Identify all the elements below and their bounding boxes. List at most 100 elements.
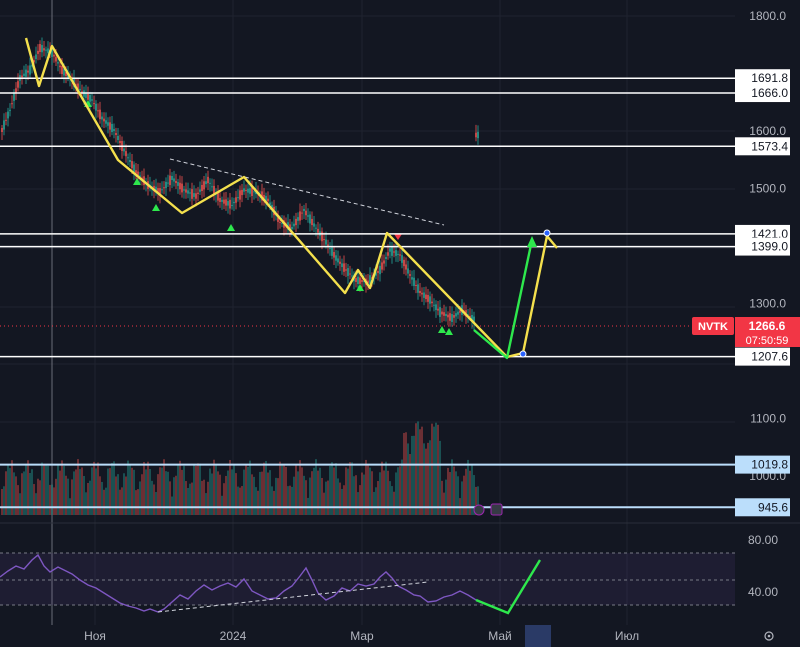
volume-bar bbox=[101, 481, 103, 515]
volume-bar bbox=[403, 432, 405, 515]
volume-bar bbox=[435, 422, 437, 515]
candle-body bbox=[173, 178, 175, 182]
candle-body bbox=[475, 132, 477, 138]
candle-body bbox=[219, 198, 221, 202]
volume-bar bbox=[379, 472, 381, 515]
volume-bar bbox=[207, 481, 209, 515]
time-tick-label: Май bbox=[488, 629, 512, 643]
candle-body bbox=[43, 48, 45, 51]
volume-bar bbox=[53, 487, 55, 515]
candle-body bbox=[267, 198, 269, 202]
level-badge-label: 1691.8 bbox=[751, 71, 788, 85]
volume-bar bbox=[85, 492, 87, 515]
candle-body bbox=[343, 263, 345, 272]
candle-body bbox=[307, 215, 309, 217]
volume-bar bbox=[267, 472, 269, 515]
volume-bar bbox=[171, 496, 173, 515]
candle-body bbox=[107, 122, 109, 126]
volume-bar bbox=[437, 424, 439, 515]
candle-body bbox=[195, 193, 197, 199]
volume-bar bbox=[309, 477, 311, 515]
volume-bar bbox=[175, 475, 177, 515]
volume-bar bbox=[259, 471, 261, 515]
volume-bar bbox=[429, 440, 431, 515]
candle-body bbox=[29, 65, 31, 75]
candle-body bbox=[305, 210, 307, 216]
volume-bar bbox=[201, 480, 203, 515]
volume-bar bbox=[211, 473, 213, 515]
candle-body bbox=[111, 123, 113, 133]
volume-bar bbox=[15, 476, 17, 515]
candle-body bbox=[87, 93, 89, 100]
volume-bar bbox=[405, 432, 407, 515]
anchor-point[interactable] bbox=[543, 229, 551, 237]
volume-bar bbox=[413, 435, 415, 515]
volume-bar bbox=[421, 426, 423, 515]
candle-body bbox=[21, 75, 23, 78]
volume-bar bbox=[141, 474, 143, 515]
candle-body bbox=[391, 246, 393, 256]
candle-body bbox=[5, 119, 7, 121]
candle-body bbox=[441, 311, 443, 315]
candle-body bbox=[175, 180, 177, 184]
volume-bar bbox=[49, 484, 51, 515]
volume-bar bbox=[29, 472, 31, 515]
volume-bar bbox=[343, 485, 345, 515]
anchor-point[interactable] bbox=[519, 350, 527, 358]
candle-body bbox=[379, 265, 381, 275]
candle-body bbox=[393, 251, 395, 253]
candle-body bbox=[417, 284, 419, 293]
level-badge-label: 1573.4 bbox=[751, 139, 788, 153]
volume-bar bbox=[361, 472, 363, 515]
candle-body bbox=[421, 292, 423, 295]
candle-body bbox=[221, 199, 223, 202]
volume-bar bbox=[423, 443, 425, 515]
candle-body bbox=[187, 190, 189, 194]
candle-body bbox=[119, 140, 121, 144]
volume-bar bbox=[463, 475, 465, 515]
candle-body bbox=[9, 109, 11, 111]
volume-bar bbox=[241, 486, 243, 515]
candle-body bbox=[1, 128, 3, 132]
level-badge-label: 1207.6 bbox=[751, 350, 788, 364]
candle-body bbox=[405, 264, 407, 270]
candle-body bbox=[407, 268, 409, 274]
volume-bar bbox=[221, 495, 223, 515]
candle-body bbox=[339, 261, 341, 264]
volume-bar bbox=[185, 481, 187, 515]
candle-body bbox=[17, 81, 19, 88]
chart-canvas[interactable]: 1800.01600.01500.01300.01100.01000.0 80.… bbox=[0, 0, 800, 647]
candle-body bbox=[35, 54, 37, 60]
volume-bar bbox=[73, 471, 75, 515]
candle-body bbox=[91, 99, 93, 101]
candle-body bbox=[361, 280, 363, 282]
volume-bar bbox=[173, 477, 175, 515]
candle-body bbox=[181, 183, 183, 193]
candle-body bbox=[189, 192, 191, 194]
volume-bar bbox=[223, 483, 225, 515]
candle-body bbox=[115, 133, 117, 135]
candle-body bbox=[203, 181, 205, 190]
candle-body bbox=[355, 278, 357, 282]
volume-bar bbox=[39, 480, 41, 515]
volume-bar bbox=[461, 481, 463, 515]
candle-body bbox=[279, 221, 281, 223]
volume-bar bbox=[441, 480, 443, 515]
candle-body bbox=[25, 69, 27, 77]
candle-body bbox=[439, 307, 441, 317]
candle-body bbox=[351, 275, 353, 277]
volume-bar bbox=[189, 483, 191, 515]
volume-bar bbox=[119, 489, 121, 515]
price-tick-label: 1300.0 bbox=[749, 297, 786, 311]
candle-body bbox=[101, 116, 103, 120]
volume-bar bbox=[439, 440, 441, 515]
candle-body bbox=[57, 62, 59, 64]
volume-bar bbox=[415, 423, 417, 515]
volume-bar bbox=[59, 470, 61, 515]
candle-body bbox=[211, 186, 213, 188]
candle-body bbox=[435, 304, 437, 311]
chart-background bbox=[0, 0, 800, 647]
volume-bar bbox=[103, 489, 105, 515]
candle-body bbox=[193, 193, 195, 197]
volume-bar bbox=[165, 471, 167, 515]
